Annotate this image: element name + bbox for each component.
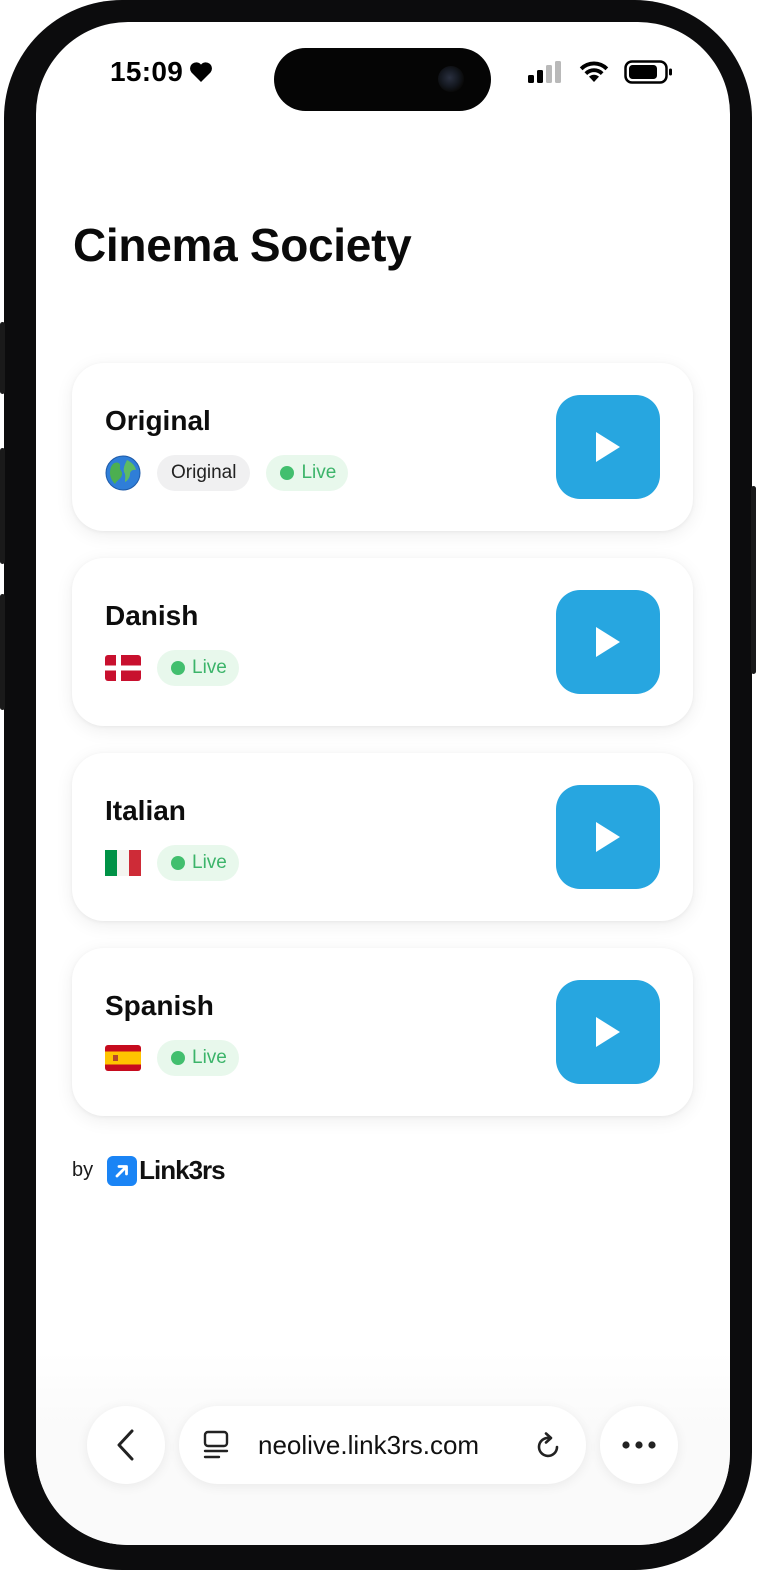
live-dot-icon <box>171 1051 185 1065</box>
channel-name: Original <box>105 405 211 436</box>
channel-meta: Live <box>105 650 239 686</box>
channel-meta: Original Live <box>105 455 349 491</box>
channel-card-danish[interactable]: Danish Live <box>72 558 693 726</box>
brand-logo[interactable]: Link3rs <box>107 1155 226 1186</box>
channel-meta: Live <box>105 845 239 881</box>
channel-meta: Live <box>105 1040 239 1076</box>
screen: 15:09 Cinema Society Original Original L… <box>36 22 730 1545</box>
spain-flag-icon <box>105 1040 141 1076</box>
play-icon <box>596 1017 620 1047</box>
url-text: neolive.link3rs.com <box>258 1430 480 1460</box>
powered-by[interactable]: by Link3rs <box>72 1155 226 1186</box>
channel-name: Danish <box>105 600 199 631</box>
live-dot-icon <box>280 466 295 480</box>
play-button[interactable] <box>556 395 660 499</box>
globe-icon <box>105 455 141 491</box>
denmark-flag-icon <box>105 650 141 686</box>
wifi-icon <box>579 61 609 82</box>
channel-name: Spanish <box>105 990 214 1021</box>
volume-up-button <box>0 448 5 564</box>
arrow-up-right-icon <box>107 1155 138 1186</box>
status-indicators <box>528 60 674 84</box>
channel-card-original[interactable]: Original Original Live <box>72 363 693 531</box>
channel-card-spanish[interactable]: Spanish Live <box>72 948 693 1116</box>
phone-frame: 15:09 Cinema Society Original Original L… <box>0 0 756 1570</box>
live-badge: Live <box>266 455 349 491</box>
play-icon <box>596 627 620 657</box>
live-label: Live <box>192 657 227 678</box>
chevron-left-icon <box>117 1429 134 1461</box>
play-button[interactable] <box>556 980 660 1084</box>
reload-icon[interactable] <box>535 1431 563 1461</box>
play-icon <box>596 822 620 852</box>
back-button[interactable] <box>87 1406 165 1484</box>
live-label: Live <box>192 1047 227 1068</box>
play-button[interactable] <box>556 785 660 889</box>
battery-icon <box>624 60 672 84</box>
ellipsis-icon <box>622 1441 656 1449</box>
live-badge: Live <box>157 845 239 881</box>
action-button <box>0 322 5 394</box>
live-badge: Live <box>157 650 239 686</box>
live-badge: Live <box>157 1040 239 1076</box>
original-tag: Original <box>157 455 251 491</box>
by-label: by <box>72 1159 94 1181</box>
status-time: 15:09 <box>110 56 213 88</box>
clock: 15:09 <box>110 56 184 87</box>
brand-name: Link3rs <box>139 1155 225 1185</box>
page-title: Cinema Society <box>73 219 412 271</box>
live-dot-icon <box>171 856 185 870</box>
play-icon <box>596 432 620 462</box>
channel-name: Italian <box>105 795 186 826</box>
camera-icon <box>438 66 464 92</box>
page-menu-icon <box>203 1430 229 1459</box>
power-button <box>751 486 756 674</box>
italy-flag-icon <box>105 845 141 881</box>
channel-card-italian[interactable]: Italian Live <box>72 753 693 921</box>
live-dot-icon <box>171 661 185 675</box>
address-bar[interactable]: neolive.link3rs.com <box>179 1406 586 1484</box>
volume-down-button <box>0 594 5 710</box>
heart-icon <box>190 62 213 82</box>
live-label: Live <box>301 462 337 483</box>
cellular-signal-icon <box>528 61 561 83</box>
dynamic-island <box>274 48 491 111</box>
live-label: Live <box>192 852 227 873</box>
play-button[interactable] <box>556 590 660 694</box>
more-options-button[interactable] <box>600 1406 678 1484</box>
